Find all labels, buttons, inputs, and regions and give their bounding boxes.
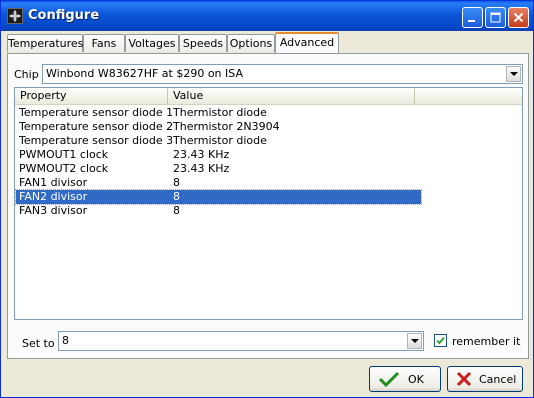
table-row[interactable]: Temperature sensor diode 3 Thermistor dio… bbox=[16, 134, 421, 148]
value-cell: 8 bbox=[173, 190, 180, 203]
table-row[interactable]: FAN3 divisor 8 bbox=[16, 204, 421, 218]
configure-window: Configure Temperatures Fans Voltages Spe… bbox=[0, 0, 534, 398]
ok-label: OK bbox=[408, 373, 424, 386]
property-cell: FAN3 divisor bbox=[19, 204, 88, 217]
value-cell: Thermistor diode bbox=[173, 134, 267, 147]
chevron-down-icon[interactable] bbox=[407, 333, 422, 349]
table-row[interactable]: Temperature sensor diode 1 Thermistor dio… bbox=[16, 106, 421, 120]
advanced-panel: Chip Winbond W83627HF at $290 on ISA Pro… bbox=[7, 53, 529, 359]
property-cell: PWMOUT1 clock bbox=[19, 148, 109, 161]
remember-label[interactable]: remember it bbox=[452, 335, 520, 348]
chip-value: Winbond W83627HF at $290 on ISA bbox=[46, 67, 243, 80]
x-icon bbox=[456, 371, 472, 387]
tab-advanced[interactable]: Advanced bbox=[275, 32, 339, 53]
table-row[interactable]: FAN2 divisor 8 bbox=[15, 189, 422, 205]
ok-button[interactable]: OK bbox=[369, 366, 441, 392]
value-cell: 8 bbox=[173, 204, 180, 217]
table-row[interactable]: PWMOUT1 clock 23.43 KHz bbox=[16, 148, 421, 162]
set-to-dropdown[interactable]: 8 bbox=[58, 331, 424, 351]
value-cell: Thermistor diode bbox=[173, 106, 267, 119]
minimize-button[interactable] bbox=[462, 7, 483, 28]
value-cell: 8 bbox=[173, 176, 180, 189]
table-row[interactable]: Temperature sensor diode 2 Thermistor 2N3… bbox=[16, 120, 421, 134]
property-cell: Temperature sensor diode 2 bbox=[19, 120, 174, 133]
tab-speeds[interactable]: Speeds bbox=[179, 34, 227, 52]
maximize-button[interactable] bbox=[485, 7, 506, 28]
fan-icon bbox=[7, 8, 23, 24]
value-cell: 23.43 KHz bbox=[173, 162, 230, 175]
property-cell: FAN2 divisor bbox=[19, 190, 88, 203]
title-bar[interactable]: Configure bbox=[1, 1, 533, 31]
table-row[interactable]: FAN1 divisor 8 bbox=[16, 176, 421, 190]
value-cell: 23.43 KHz bbox=[173, 148, 230, 161]
table-row[interactable]: PWMOUT2 clock 23.43 KHz bbox=[16, 162, 421, 176]
value-cell: Thermistor 2N3904 bbox=[173, 120, 280, 133]
tab-voltages[interactable]: Voltages bbox=[125, 34, 179, 52]
chevron-down-icon[interactable] bbox=[506, 66, 521, 82]
tab-options[interactable]: Options bbox=[227, 34, 275, 52]
tab-temperatures[interactable]: Temperatures bbox=[7, 34, 83, 52]
column-header-value[interactable]: Value bbox=[168, 88, 415, 104]
set-to-label: Set to bbox=[22, 337, 55, 350]
tab-fans[interactable]: Fans bbox=[83, 34, 125, 52]
set-to-value: 8 bbox=[62, 334, 69, 347]
property-cell: Temperature sensor diode 3 bbox=[19, 134, 174, 147]
close-button[interactable] bbox=[508, 7, 529, 28]
checkmark-icon bbox=[378, 371, 400, 387]
window-title: Configure bbox=[28, 8, 100, 23]
chip-dropdown[interactable]: Winbond W83627HF at $290 on ISA bbox=[42, 64, 523, 84]
property-cell: PWMOUT2 clock bbox=[19, 162, 109, 175]
list-header: Property Value bbox=[15, 88, 522, 105]
property-cell: Temperature sensor diode 1 bbox=[19, 106, 174, 119]
cancel-label: Cancel bbox=[479, 373, 517, 386]
remember-checkbox[interactable] bbox=[434, 334, 447, 347]
column-header-property[interactable]: Property bbox=[15, 88, 168, 104]
cancel-button[interactable]: Cancel bbox=[447, 366, 523, 392]
property-list[interactable]: Property Value Temperature sensor diode … bbox=[14, 87, 523, 320]
property-cell: FAN1 divisor bbox=[19, 176, 88, 189]
chip-label: Chip bbox=[14, 68, 39, 81]
